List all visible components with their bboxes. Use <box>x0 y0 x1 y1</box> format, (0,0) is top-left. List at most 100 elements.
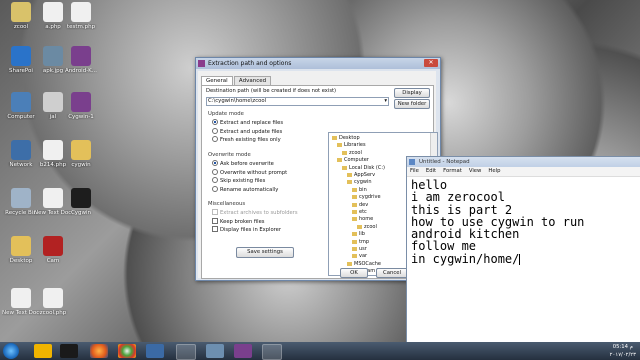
desktop-icon-label: Cygwin-1 <box>68 114 94 120</box>
tree-node-label: zcool <box>364 223 377 230</box>
folder-icon <box>352 254 357 259</box>
file-explorer-icon[interactable] <box>34 344 52 358</box>
extraction-dialog: Extraction path and options ✕ General Ad… <box>195 57 441 281</box>
tree-node-label: cygwin <box>354 179 372 186</box>
radio-option[interactable]: Rename automatically <box>212 185 278 193</box>
tree-node[interactable]: dev <box>352 202 368 208</box>
folder-icon <box>347 261 352 266</box>
save-settings-button[interactable]: Save settings <box>236 247 294 258</box>
tree-node[interactable]: MSOCache <box>347 261 381 267</box>
tree-node-label: usr <box>359 246 367 252</box>
desktop-icon-item[interactable]: zcool.php <box>34 288 72 316</box>
folder-icon <box>352 239 357 244</box>
cancel-button[interactable]: Cancel <box>376 268 408 278</box>
desktop-icon-label: zcool.php <box>39 310 67 316</box>
desktop-icon-item[interactable]: Cam <box>34 236 72 264</box>
close-icon[interactable]: ✕ <box>424 59 438 67</box>
radio-option[interactable]: Fresh existing files only <box>212 136 281 143</box>
file-icon <box>43 288 63 308</box>
cygwin-terminal-icon[interactable] <box>60 344 78 358</box>
menu-item-format[interactable]: Format <box>443 168 462 174</box>
notepad-titlebar[interactable]: Untitled - Notepad <box>407 157 640 167</box>
desktop-icon[interactable] <box>146 344 164 358</box>
tree-node[interactable]: zcool <box>342 150 362 156</box>
destination-path-input[interactable]: C:\cygwin\home\zcool ▾ <box>206 97 389 106</box>
tree-node[interactable]: home <box>352 216 373 222</box>
folder-icon <box>347 173 352 177</box>
clock[interactable]: 05:14 م ۲۰۱۷/۰۲/۲۳ <box>610 343 636 359</box>
desktop-icon-item[interactable]: testm.php <box>62 2 100 30</box>
folder-icon <box>352 202 357 207</box>
file-icon <box>11 140 31 160</box>
checkbox-option[interactable]: Display files in Explorer <box>212 226 281 233</box>
radio-option[interactable]: Extract and replace files <box>212 119 283 126</box>
folder-icon <box>337 143 342 148</box>
tree-node-label: MSOCache <box>354 260 381 267</box>
chevron-down-icon[interactable]: ▾ <box>384 98 387 105</box>
menu-item-view[interactable]: View <box>469 168 482 174</box>
option-label: Overwrite without prompt <box>220 169 288 176</box>
notepad-taskbar-icon[interactable] <box>262 344 282 360</box>
tree-node[interactable]: usr <box>352 246 367 252</box>
notepad-text-area[interactable]: hello i am zerocool this is part 2 how to u… <box>411 179 584 265</box>
checkbox-icon <box>212 226 218 232</box>
file-icon <box>43 236 63 256</box>
radio-option[interactable]: Extract and update files <box>212 127 282 135</box>
checkbox-option[interactable]: Extract archives to subfolders <box>212 209 298 216</box>
notepad-window: Untitled - Notepad File Edit Format View Hel… <box>406 156 640 344</box>
image-viewer-icon[interactable] <box>206 344 224 358</box>
chrome-icon[interactable] <box>118 344 136 358</box>
file-icon <box>11 188 31 208</box>
tree-node[interactable]: cygdrive <box>352 194 381 200</box>
tree-node[interactable]: bin <box>352 187 367 193</box>
desktop-icon-item[interactable]: Cygwin <box>62 188 100 216</box>
start-button[interactable] <box>3 343 19 359</box>
desktop-icon-item[interactable]: Android-K... <box>62 46 100 74</box>
option-label: Skip existing files <box>220 178 266 184</box>
desktop-icon-label: cygwin <box>71 162 91 168</box>
display-button[interactable]: Display <box>394 88 430 98</box>
checkbox-option[interactable]: Keep broken files <box>212 217 265 225</box>
tree-node[interactable]: Computer <box>337 157 369 163</box>
tree-node-label: home <box>359 216 374 223</box>
file-icon <box>11 92 31 112</box>
menu-item-file[interactable]: File <box>410 168 419 174</box>
tree-node[interactable]: Local Disk (C:) <box>342 165 385 171</box>
folder-icon <box>352 195 357 200</box>
taskbar-app-active[interactable] <box>176 344 196 360</box>
tree-node[interactable]: Libraries <box>337 142 366 148</box>
desktop-icon-item[interactable]: cygwin <box>62 140 100 168</box>
winrar-taskbar-icon[interactable] <box>234 344 252 358</box>
tree-node[interactable]: Desktop <box>332 135 360 141</box>
option-label: Display files in Explorer <box>220 227 281 233</box>
dialog-titlebar[interactable]: Extraction path and options ✕ <box>196 58 440 69</box>
tree-node-label: etc <box>359 209 367 215</box>
tree-node[interactable]: cygwin <box>347 179 372 185</box>
winrar-icon <box>198 60 205 67</box>
tree-node[interactable]: etc <box>352 209 367 215</box>
radio-icon <box>212 136 218 142</box>
tree-node[interactable]: var <box>352 253 367 259</box>
radio-option[interactable]: Ask before overwrite <box>212 160 274 167</box>
folder-icon <box>342 150 347 155</box>
desktop-icon-item[interactable]: Cygwin-1 <box>62 92 100 120</box>
new-folder-button[interactable]: New folder <box>394 99 430 109</box>
radio-icon <box>212 168 218 175</box>
menu-item-help[interactable]: Help <box>488 168 500 174</box>
dialog-title: Extraction path and options <box>208 60 292 67</box>
menu-item-edit[interactable]: Edit <box>426 168 436 174</box>
tree-node[interactable]: AppServ <box>347 172 375 178</box>
file-icon <box>43 2 63 22</box>
folder-icon <box>352 210 357 214</box>
firefox-icon[interactable] <box>90 344 108 358</box>
taskbar: 05:14 م ۲۰۱۷/۰۲/۲۳ <box>0 342 640 360</box>
radio-option[interactable]: Overwrite without prompt <box>212 168 288 176</box>
radio-option[interactable]: Skip existing files <box>212 177 265 184</box>
tree-node[interactable]: lib <box>352 231 365 237</box>
ok-button[interactable]: OK <box>340 268 368 278</box>
tree-node[interactable]: tmp <box>352 239 369 245</box>
notepad-menubar: File Edit Format View Help <box>407 167 640 177</box>
tree-node[interactable]: zcool <box>357 224 377 230</box>
file-icon <box>11 46 31 66</box>
tree-node-label: Libraries <box>344 142 366 149</box>
